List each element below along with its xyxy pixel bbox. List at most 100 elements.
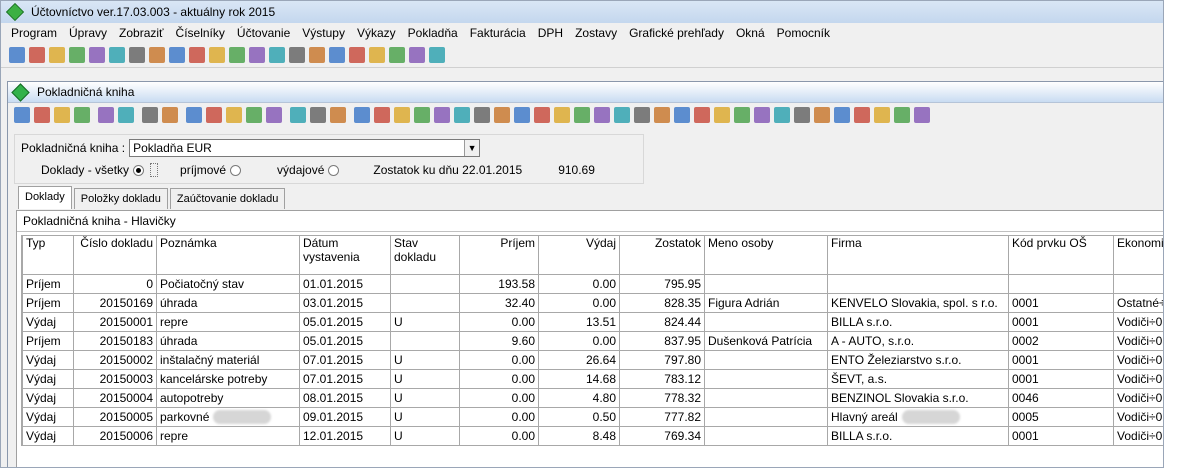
table-row[interactable]: Výdaj 20150001 repre 05.01.2015 U 0.00 13.51 82… xyxy=(21,312,1163,332)
table-cell[interactable] xyxy=(390,331,460,351)
table-cell[interactable]: 12.01.2015 xyxy=(299,426,391,446)
main-tool-icon[interactable] xyxy=(249,47,265,63)
table-cell[interactable]: Výdaj xyxy=(22,426,74,446)
table-cell[interactable]: 26.64 xyxy=(538,350,620,370)
column-header[interactable]: Príjem xyxy=(459,235,539,275)
main-tool-icon[interactable] xyxy=(129,47,145,63)
table-cell[interactable]: 20150001 xyxy=(73,312,157,332)
column-header[interactable]: Zostatok xyxy=(619,235,705,275)
table-cell[interactable]: 20150006 xyxy=(73,426,157,446)
table-cell[interactable] xyxy=(704,312,828,332)
main-tool-icon[interactable] xyxy=(209,47,225,63)
menu-item[interactable]: Číselníky xyxy=(170,26,231,40)
book-tool-icon[interactable] xyxy=(290,107,306,123)
table-cell[interactable]: 0.00 xyxy=(538,274,620,294)
table-cell[interactable]: Vodiči÷01 xyxy=(1113,426,1163,446)
table-cell[interactable]: Počiatočný stav xyxy=(156,274,300,294)
column-header[interactable]: Dátum vystavenia xyxy=(299,235,391,275)
table-cell[interactable]: Príjem xyxy=(22,274,74,294)
book-tool-icon[interactable] xyxy=(794,107,810,123)
table-row[interactable]: Príjem 20150169 úhrada 03.01.2015 32.40 0.00 8… xyxy=(21,293,1163,313)
book-tool-icon[interactable] xyxy=(494,107,510,123)
book-select[interactable]: Pokladňa EUR ▼ xyxy=(129,139,481,157)
table-cell[interactable]: 193.58 xyxy=(459,274,539,294)
table-cell[interactable]: U xyxy=(390,426,460,446)
table-cell[interactable]: 0.00 xyxy=(459,312,539,332)
book-tool-icon[interactable] xyxy=(310,107,326,123)
main-tool-icon[interactable] xyxy=(89,47,105,63)
column-header[interactable]: Kód prvku OŠ xyxy=(1008,235,1114,275)
main-tool-icon[interactable] xyxy=(389,47,405,63)
book-tool-icon[interactable] xyxy=(694,107,710,123)
table-cell[interactable]: Dušenková Patrícia xyxy=(704,331,828,351)
column-header[interactable]: Typ xyxy=(22,235,74,275)
table-cell[interactable]: Výdaj xyxy=(22,388,74,408)
book-tool-icon[interactable] xyxy=(714,107,730,123)
table-cell[interactable]: 824.44 xyxy=(619,312,705,332)
table-cell[interactable]: U xyxy=(390,388,460,408)
book-tool-icon[interactable] xyxy=(654,107,670,123)
table-cell[interactable]: Vodiči÷01 xyxy=(1113,312,1163,332)
main-tool-icon[interactable] xyxy=(109,47,125,63)
column-header[interactable]: Výdaj xyxy=(538,235,620,275)
table-cell[interactable]: Vodiči÷01 xyxy=(1113,407,1163,427)
book-tool-icon[interactable] xyxy=(474,107,490,123)
table-cell[interactable]: 837.95 xyxy=(619,331,705,351)
table-cell[interactable]: A - AUTO, s.r.o. xyxy=(827,331,1009,351)
table-cell[interactable]: 0.00 xyxy=(538,331,620,351)
menu-item[interactable]: Zostavy xyxy=(569,26,623,40)
book-tool-icon[interactable] xyxy=(226,107,242,123)
main-tool-icon[interactable] xyxy=(409,47,425,63)
book-tool-icon[interactable] xyxy=(54,107,70,123)
menu-item[interactable]: Úpravy xyxy=(63,26,113,40)
main-tool-icon[interactable] xyxy=(9,47,25,63)
menu-item[interactable]: Účtovanie xyxy=(231,26,296,40)
table-cell[interactable]: Hlavný areál xyxy=(827,407,1009,427)
menu-item[interactable]: Pokladňa xyxy=(402,26,464,40)
table-cell[interactable]: 0 xyxy=(73,274,157,294)
table-row[interactable]: Výdaj 20150006 repre 12.01.2015 U 0.00 8.48 769… xyxy=(21,426,1163,446)
table-cell[interactable]: 09.01.2015 xyxy=(299,407,391,427)
book-tool-icon[interactable] xyxy=(414,107,430,123)
table-cell[interactable]: 0.50 xyxy=(538,407,620,427)
book-tool-icon[interactable] xyxy=(814,107,830,123)
table-cell[interactable]: 13.51 xyxy=(538,312,620,332)
table-cell[interactable]: 0.00 xyxy=(459,426,539,446)
main-tool-icon[interactable] xyxy=(269,47,285,63)
book-tool-icon[interactable] xyxy=(554,107,570,123)
book-tool-icon[interactable] xyxy=(914,107,930,123)
book-tool-icon[interactable] xyxy=(574,107,590,123)
book-tool-icon[interactable] xyxy=(98,107,114,123)
table-cell[interactable]: Vodiči÷01 xyxy=(1113,350,1163,370)
column-header[interactable]: Ekonomické objekty xyxy=(1113,235,1163,275)
book-tool-icon[interactable] xyxy=(186,107,202,123)
main-tool-icon[interactable] xyxy=(189,47,205,63)
table-cell[interactable]: U xyxy=(390,369,460,389)
book-tool-icon[interactable] xyxy=(354,107,370,123)
main-tool-icon[interactable] xyxy=(69,47,85,63)
table-row[interactable]: Príjem 20150183 úhrada 05.01.2015 9.60 0.00 83… xyxy=(21,331,1163,351)
book-tool-icon[interactable] xyxy=(774,107,790,123)
table-cell[interactable]: Výdaj xyxy=(22,407,74,427)
table-cell[interactable]: inštalačný materiál xyxy=(156,350,300,370)
table-cell[interactable]: 05.01.2015 xyxy=(299,312,391,332)
table-cell[interactable]: 795.95 xyxy=(619,274,705,294)
table-cell[interactable]: Vodiči÷01 xyxy=(1113,388,1163,408)
table-cell[interactable] xyxy=(390,293,460,313)
column-header[interactable]: Meno osoby xyxy=(704,235,828,275)
table-cell[interactable] xyxy=(704,407,828,427)
main-tool-icon[interactable] xyxy=(229,47,245,63)
book-tool-icon[interactable] xyxy=(454,107,470,123)
table-cell[interactable]: Výdaj xyxy=(22,350,74,370)
tab-polozky-dokladu[interactable]: Položky dokladu xyxy=(73,188,168,209)
column-header[interactable]: Firma xyxy=(827,235,1009,275)
table-cell[interactable]: 0.00 xyxy=(459,388,539,408)
book-tool-icon[interactable] xyxy=(834,107,850,123)
main-tool-icon[interactable] xyxy=(309,47,325,63)
main-tool-icon[interactable] xyxy=(29,47,45,63)
menu-item[interactable]: Pomocník xyxy=(771,26,836,40)
book-tool-icon[interactable] xyxy=(118,107,134,123)
table-cell[interactable]: Príjem xyxy=(22,331,74,351)
menu-item[interactable]: Grafické prehľady xyxy=(623,26,730,40)
table-cell[interactable] xyxy=(390,274,460,294)
